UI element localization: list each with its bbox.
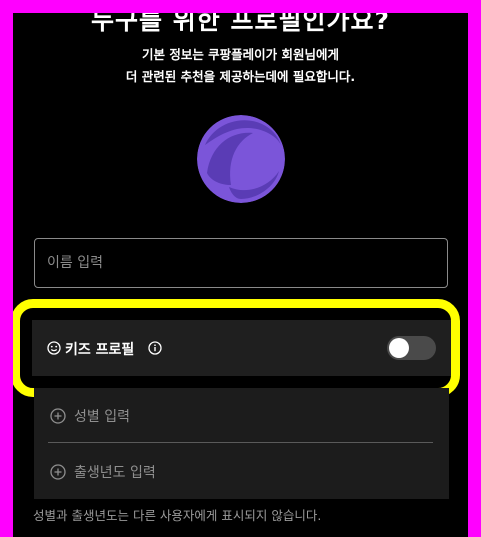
info-icon[interactable]: [148, 341, 162, 355]
plus-circle-icon: [50, 408, 66, 424]
gender-input-label: 성별 입력: [74, 409, 130, 425]
optional-info-section: 성별 입력 출생년도 입력: [34, 388, 449, 499]
divider: [48, 442, 433, 443]
kids-profile-toggle[interactable]: [387, 336, 436, 360]
kids-profile-label: 키즈 프로필: [65, 342, 135, 358]
birth-year-input-label: 출생년도 입력: [74, 465, 156, 481]
privacy-footnote: 성별과 출생년도는 다른 사용자에게 표시되지 않습니다.: [33, 508, 322, 523]
toggle-knob: [389, 338, 409, 358]
avatar-graphic: [197, 115, 285, 203]
gender-input-button[interactable]: 성별 입력: [34, 388, 449, 442]
page-subtitle-line1: 기본 정보는 쿠팡플레이가 회원님에게: [141, 47, 340, 62]
kids-face-icon: [47, 341, 61, 355]
profile-form-screen: 누구를 위한 프로필인가요? 기본 정보는 쿠팡플레이가 회원님에게 더 관련된…: [13, 13, 468, 537]
name-input[interactable]: [47, 239, 437, 287]
name-field[interactable]: [34, 238, 448, 288]
kids-profile-row[interactable]: 키즈 프로필: [32, 320, 452, 376]
profile-avatar-icon[interactable]: [197, 115, 285, 203]
page-title: 누구를 위한 프로필인가요?: [91, 13, 390, 35]
page-subtitle-line2: 더 관련된 추천을 제공하는데에 필요합니다.: [125, 69, 356, 84]
plus-circle-icon: [50, 464, 66, 480]
birth-year-input-button[interactable]: 출생년도 입력: [34, 444, 449, 498]
